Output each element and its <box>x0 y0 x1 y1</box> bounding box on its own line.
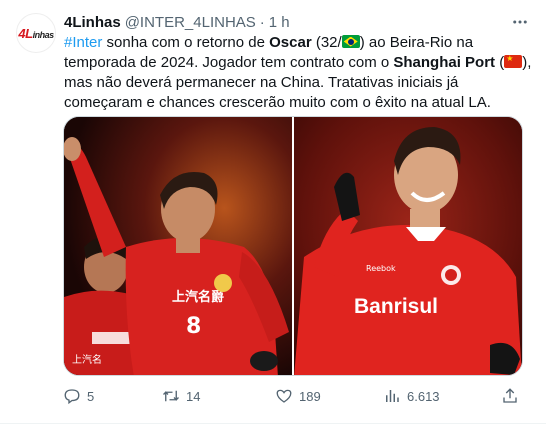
tweet-actions: 5 14 189 6.613 <box>63 386 523 406</box>
tweet-header: 4Linhas @INTER_4LINHAS · 1 h <box>64 12 534 32</box>
retweet-count: 14 <box>186 388 201 404</box>
avatar[interactable]: 4Linhas <box>16 13 56 53</box>
player-name: Oscar <box>269 34 312 51</box>
retweet-button[interactable]: 14 <box>162 387 200 405</box>
right-shirt-brand: Reebok <box>366 264 396 273</box>
tweet-timestamp[interactable]: 1 h <box>269 14 290 31</box>
reply-icon <box>63 387 81 405</box>
tweet-card[interactable]: 4Linhas 4Linhas @INTER_4LINHAS · 1 h #In… <box>0 0 546 424</box>
share-button[interactable] <box>501 387 525 405</box>
views-button[interactable]: 6.613 <box>383 387 440 405</box>
right-shirt-sponsor: Banrisul <box>354 295 438 318</box>
author-handle[interactable]: @INTER_4LINHAS <box>125 14 256 31</box>
share-icon <box>501 387 519 405</box>
views-count: 6.613 <box>407 388 440 404</box>
reply-count: 5 <box>87 388 95 404</box>
like-count: 189 <box>299 388 321 404</box>
like-button[interactable]: 189 <box>275 387 321 405</box>
tweet-text: #Inter sonha com o retorno de Oscar (32/… <box>64 33 534 113</box>
club-name: Shanghai Port <box>393 54 496 71</box>
media-grid: 上汽名爵 8 上汽名 Reebok Banrisul <box>63 116 523 376</box>
avatar-logo: 4Linhas <box>18 25 54 41</box>
hashtag-link[interactable]: #Inter <box>64 34 102 51</box>
left-secondary-sponsor: 上汽名 <box>72 353 102 366</box>
author-name[interactable]: 4Linhas <box>64 14 121 31</box>
left-shirt-sponsor: 上汽名爵 <box>172 289 224 305</box>
media-photo-left[interactable]: 上汽名爵 8 上汽名 <box>64 117 292 375</box>
heart-icon <box>275 387 293 405</box>
brazil-flag-icon <box>341 35 360 48</box>
left-shirt-number: 8 <box>186 314 201 339</box>
views-icon <box>383 387 401 405</box>
player-photo-right-illustration: Reebok Banrisul <box>294 117 522 375</box>
reply-button[interactable]: 5 <box>63 387 94 405</box>
separator-dot: · <box>259 13 265 31</box>
media-photo-right[interactable]: Reebok Banrisul <box>294 117 522 375</box>
china-flag-icon <box>504 54 523 68</box>
more-icon[interactable] <box>510 12 530 32</box>
retweet-icon <box>162 387 180 405</box>
player-photo-left-illustration: 上汽名爵 8 上汽名 <box>64 117 292 375</box>
